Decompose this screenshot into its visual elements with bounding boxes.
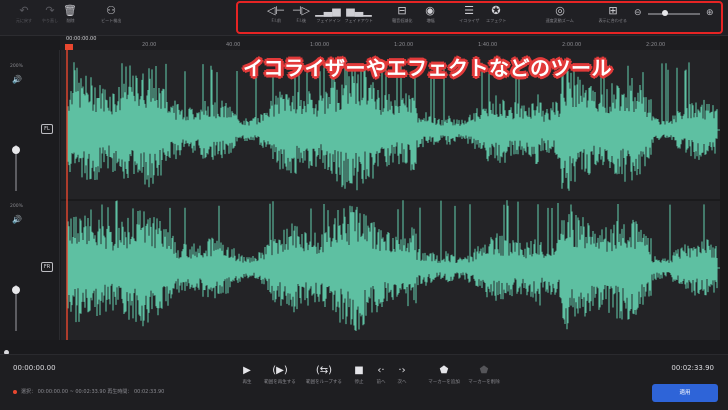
speaker-icon[interactable]: 🔊: [12, 215, 22, 224]
timeline-ruler[interactable]: 00:00:00.00 20.00 40.00 1:00.00 1:20.00 …: [60, 36, 720, 50]
ruler-tick: 2:00.00: [562, 42, 582, 48]
ruler-tick: 1:00.00: [310, 42, 330, 48]
ruler-tick: 20.00: [142, 42, 157, 48]
play-selection-label: 範囲を再生する: [264, 380, 296, 385]
apply-button[interactable]: 適用: [652, 384, 718, 402]
horizontal-scrollbar[interactable]: [0, 340, 728, 355]
selection-info: 選択： 00:00:00.00 ~ 00:02:33.90 再生時間： 00:0…: [13, 388, 164, 395]
play-icon: ▶: [243, 365, 251, 376]
add-marker-icon: ⬟: [439, 365, 449, 376]
waveform-area[interactable]: [61, 50, 720, 340]
waveform-channel: [66, 200, 720, 331]
selection-dot-icon: [13, 389, 17, 394]
waveform-channel: [66, 62, 720, 191]
channel-volume-handle[interactable]: [12, 146, 20, 154]
play-selection-icon: (▶): [272, 365, 288, 376]
speaker-icon[interactable]: 🔊: [12, 75, 22, 84]
remove-marker-button[interactable]: ⬟ マーカーを削除: [462, 364, 506, 387]
add-marker-button[interactable]: ⬟ マーカーを追加: [422, 364, 466, 387]
channel-volume-handle[interactable]: [12, 286, 20, 294]
delete-label: 削除: [65, 19, 75, 24]
annotation-callout: イコライザーやエフェクトなどのツール: [243, 56, 612, 80]
right-edge: [720, 36, 728, 340]
channel-gain-label: 200%: [10, 64, 23, 69]
waveform-path: [66, 62, 718, 191]
selection-info-text: 選択： 00:00:00.00 ~ 00:02:33.90 再生時間： 00:0…: [21, 389, 165, 395]
beat-detect-button[interactable]: ⚇ ビート検出: [91, 4, 131, 26]
total-time: 00:02:33.90: [671, 364, 714, 372]
ruler-tick: 40.00: [226, 42, 241, 48]
loop-selection-icon: (⇆): [315, 365, 333, 376]
next-icon: ·›: [398, 365, 406, 376]
delete-icon: 🗑: [63, 4, 77, 17]
undo-icon: ↶: [19, 4, 29, 17]
channel-badge-right: FR: [41, 262, 53, 272]
play-selection-button[interactable]: (▶) 範囲を再生する: [258, 364, 302, 387]
next-button[interactable]: ·› 次へ: [380, 364, 424, 387]
remove-marker-label: マーカーを削除: [468, 380, 500, 385]
waveform-path: [66, 200, 718, 331]
beat-detect-label: ビート検出: [100, 19, 122, 24]
remove-marker-icon: ⬟: [479, 365, 489, 376]
ruler-start-time: 00:00:00.00: [66, 36, 97, 42]
ruler-tick: 1:20.00: [394, 42, 414, 48]
channel-gain-label: 200%: [10, 204, 23, 209]
editor-toolbar: ↶ 元に戻す ↷ やり直し 🗑 削除 ⚇ ビート検出 ◁⊢ F.I.前 ⊣▷ F…: [0, 0, 728, 36]
ruler-tick: 1:40.00: [478, 42, 498, 48]
delete-button[interactable]: 🗑 削除: [50, 4, 90, 26]
tools-highlight-box: [236, 1, 723, 34]
play-label: 再生: [242, 380, 252, 385]
current-time: 00:00:00.00: [13, 364, 56, 372]
ruler-tick: 2:20.00: [646, 42, 666, 48]
beat-detect-icon: ⚇: [106, 4, 116, 17]
channel-badge-left: FL: [41, 124, 53, 134]
channel-controls: 200% 🔊 FL 200% 🔊 FR: [0, 50, 60, 340]
add-marker-label: マーカーを追加: [428, 380, 460, 385]
transport-bar: 00:00:00.00 00:02:33.90 選択： 00:00:00.00 …: [0, 354, 728, 410]
next-label: 次へ: [397, 380, 407, 385]
waveform-canvas[interactable]: [61, 50, 720, 340]
